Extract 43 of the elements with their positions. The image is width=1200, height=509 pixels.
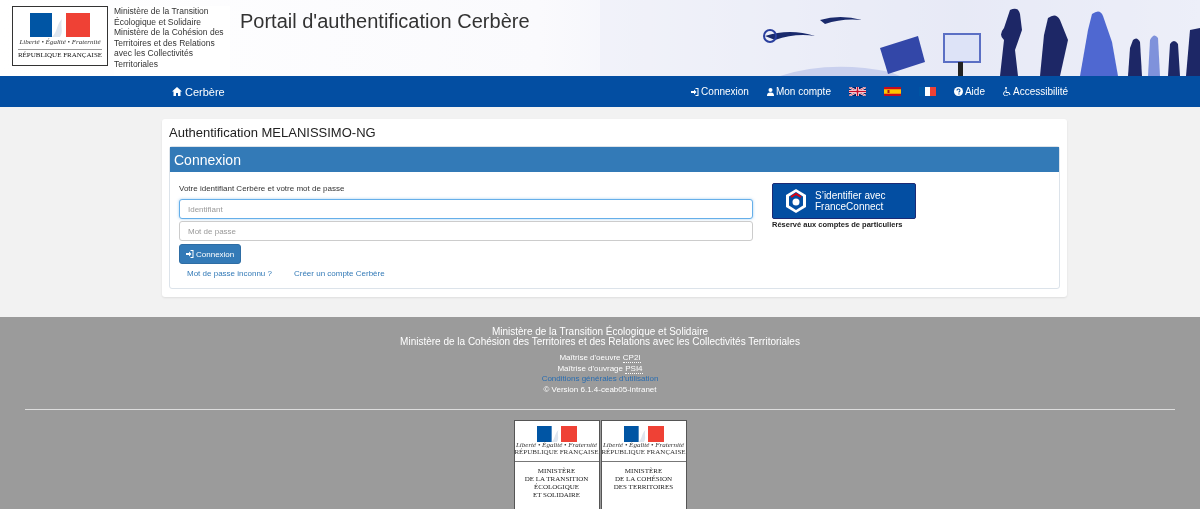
flag-icon[interactable]	[883, 87, 901, 96]
button-label: S’identifier avec	[815, 190, 886, 201]
hexagon-icon	[785, 188, 807, 214]
ministry-name: Ministère de la Transition	[114, 6, 210, 17]
input-field[interactable]: Mot de passe	[179, 221, 753, 241]
flag-drawing	[621, 425, 666, 442]
flag-drawing	[534, 425, 579, 442]
text-link[interactable]: Mot de passe inconnu ?	[187, 269, 272, 278]
flag-drawing	[29, 13, 91, 38]
flag-icon[interactable]	[848, 87, 866, 96]
wheelchair-icon	[1002, 87, 1011, 96]
nav-link[interactable]: Mon compte	[766, 86, 831, 97]
ministry-name: Ministère de la Cohésion des	[114, 27, 225, 38]
portal-title: Portail d'authentification Cerbère	[240, 10, 530, 34]
ministry-name: Territoriales	[114, 58, 159, 69]
sign-in-icon	[691, 87, 700, 96]
instruction-text: Votre identifiant Cerbère et votre mot de passe	[179, 184, 346, 193]
credit-text: Maîtrise d'ouvrage	[557, 363, 623, 373]
button-label: FranceConnect	[815, 201, 885, 212]
ministry-name: Territoires et des Relations	[114, 37, 216, 48]
home-link[interactable]: Cerbère	[172, 85, 225, 98]
version-text: © Version 6.1.4-ceab05-intranet	[543, 384, 657, 395]
credit-abbreviation: PSI4	[625, 363, 643, 374]
user-icon	[766, 87, 774, 96]
input-field[interactable]: Identifiant	[179, 199, 753, 219]
panel-heading: Connexion	[170, 147, 1059, 172]
sign-in-icon	[186, 250, 194, 258]
ministry-name: Ministère de la Cohésion des Territoires et des Relations avec les Collectivités Territoriales	[400, 337, 800, 347]
nav-link[interactable]: Accessibilité	[1002, 86, 1068, 97]
home-icon	[172, 87, 182, 96]
help-icon	[953, 87, 963, 96]
franceconnect-button[interactable]: S’identifier avec FranceConnect	[772, 183, 916, 219]
login-button[interactable]: Connexion	[179, 244, 242, 264]
credit-abbreviation: CP2I	[622, 353, 641, 363]
ministry-name: Ministère de la Transition Écologique et Solidaire	[491, 327, 709, 337]
flag-icon[interactable]	[918, 87, 936, 96]
nav-link[interactable]: Connexion	[691, 86, 749, 97]
page-title: Authentification MELANISSIMO-NG	[169, 125, 377, 140]
nav-link[interactable]: Aide	[953, 86, 985, 97]
credit-text: Maîtrise d'oeuvre	[559, 353, 621, 362]
ministry-name: Écologique et Solidaire	[114, 16, 202, 27]
text-link[interactable]: Créer un compte Cerbère	[293, 269, 385, 278]
ministry-name: avec les Collectivités	[114, 48, 194, 59]
